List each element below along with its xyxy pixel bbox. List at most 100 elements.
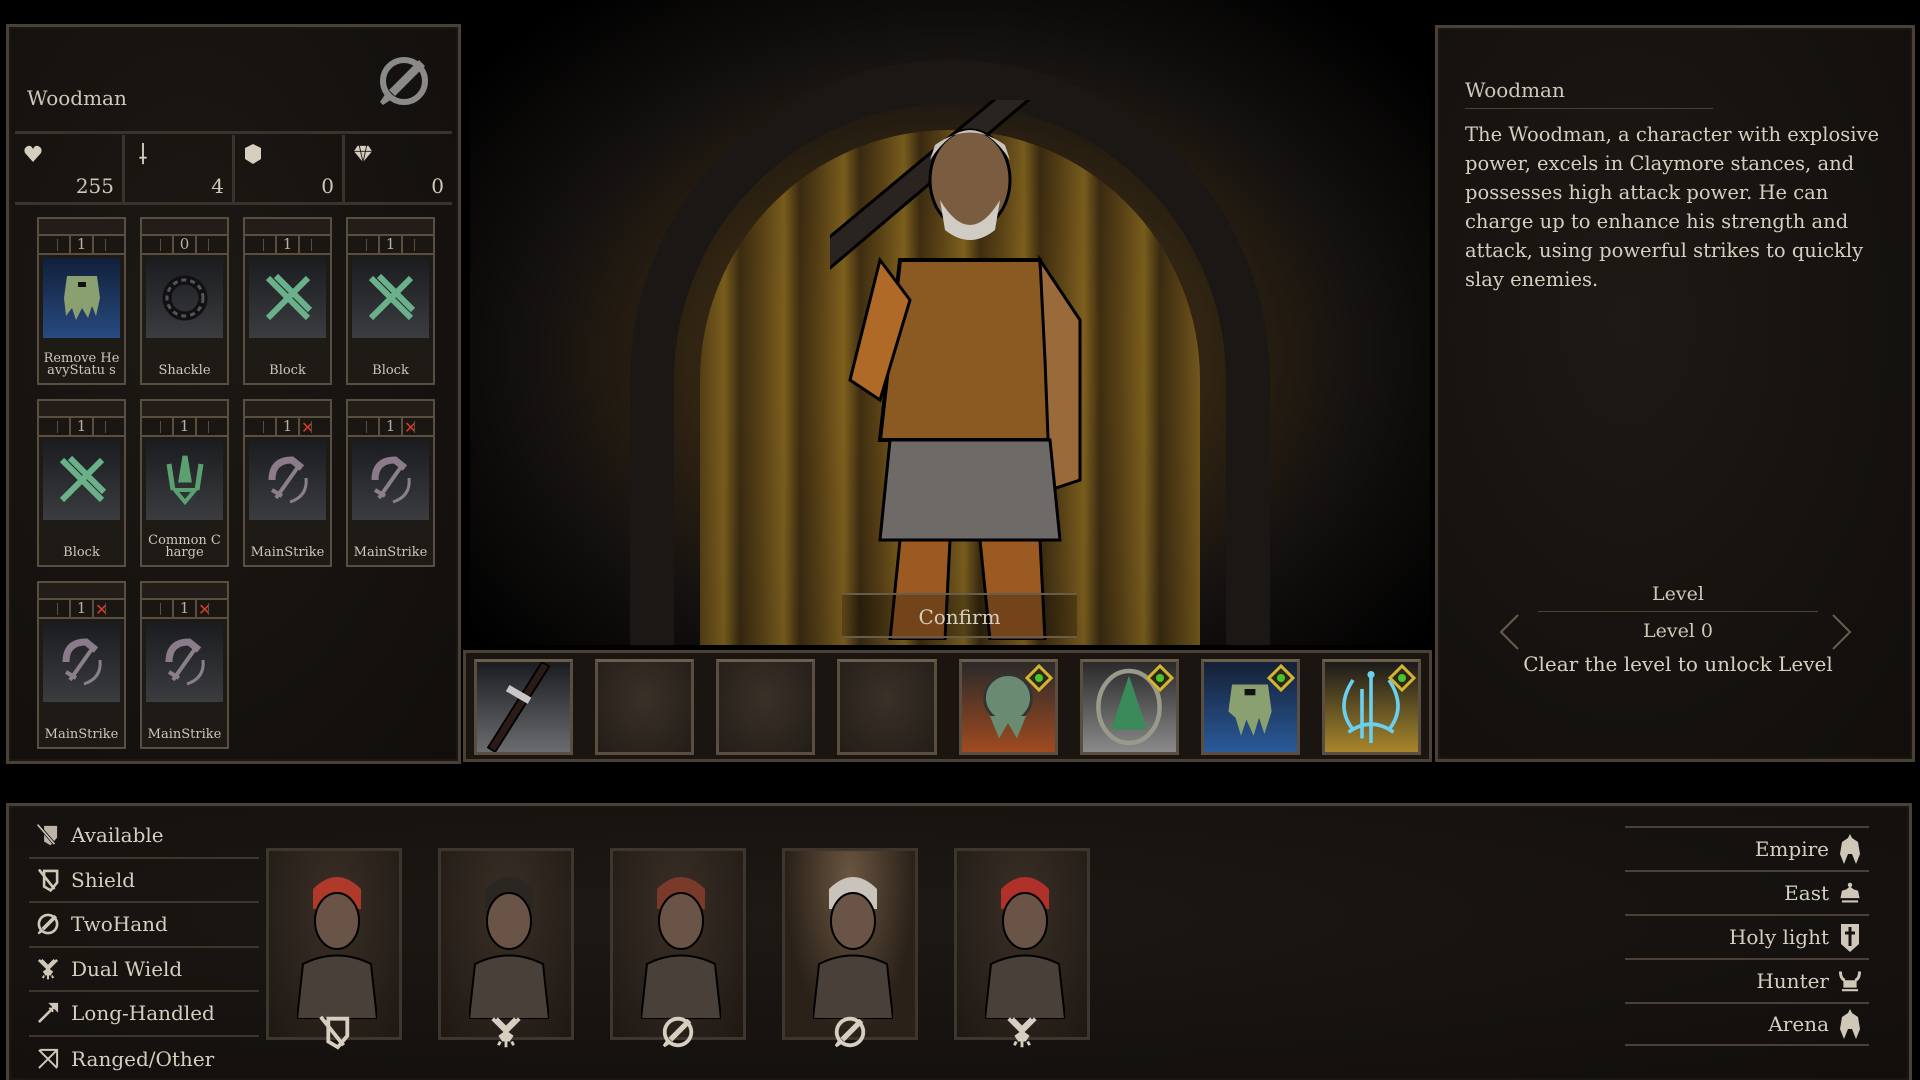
card-name: Common Charge — [148, 533, 221, 560]
locked-x-icon: ✕ — [404, 418, 418, 437]
card-header — [142, 401, 227, 418]
stat-gem: 0 — [345, 135, 452, 202]
equipment-slot[interactable] — [1079, 659, 1179, 755]
empty-equipment-slot[interactable] — [837, 659, 937, 755]
skill-card[interactable]: 0 Shackle — [140, 217, 229, 385]
dual-wield-icon — [487, 1013, 525, 1051]
card-name: MainStrike — [147, 727, 222, 742]
filter-ranged-other[interactable]: Ranged/Other — [29, 1037, 259, 1080]
skill-card[interactable]: 1 Block — [37, 399, 126, 567]
card-header — [39, 219, 124, 236]
equipment-bar — [463, 650, 1432, 762]
shackle-icon — [162, 275, 207, 321]
card-name: MainStrike — [353, 545, 428, 560]
heart-icon — [24, 145, 42, 162]
polearm-icon — [35, 1000, 61, 1026]
block-icon — [59, 455, 106, 503]
hero-roster-panel: Available Shield TwoHand Dual Wield Long… — [6, 803, 1912, 1080]
skill-card[interactable]: 1 ✕ MainStrike — [243, 399, 332, 567]
stat-defense-value: 0 — [321, 174, 334, 198]
empty-equipment-slot[interactable] — [595, 659, 695, 755]
filter-label: TwoHand — [71, 912, 168, 937]
cross-shield-icon — [1839, 922, 1861, 952]
block-icon — [368, 273, 415, 321]
filter-available[interactable]: Available — [29, 814, 259, 859]
hero-card-red-haired-brawler[interactable] — [266, 848, 402, 1040]
card-art — [352, 258, 429, 338]
previous-level-arrow-icon[interactable] — [1498, 613, 1520, 651]
mainstrike-icon — [165, 638, 205, 686]
charge-icon — [166, 455, 203, 506]
level-heading: Level — [1538, 583, 1818, 612]
hero-header: Woodman — [15, 31, 452, 134]
card-cost-row: 1 ✕ — [348, 418, 433, 437]
hero-card-hooded-rogue[interactable] — [438, 848, 574, 1040]
card-cost: 1 — [68, 236, 95, 253]
equipment-slot[interactable] — [1321, 659, 1421, 755]
skill-card[interactable]: 1 ✕ MainStrike — [346, 399, 435, 567]
hero-face — [813, 877, 893, 1019]
card-cost: 1 — [274, 236, 301, 253]
bow-icon — [35, 1046, 61, 1072]
mainstrike-icon — [62, 638, 102, 686]
faction-east[interactable]: East — [1625, 870, 1869, 914]
skill-card[interactable]: 1 ✕ MainStrike — [37, 581, 126, 749]
card-cost-row: 1 — [142, 418, 227, 437]
diamond-icon — [353, 145, 373, 163]
hero-face — [985, 877, 1065, 1019]
hero-face — [641, 877, 721, 1019]
faction-arena[interactable]: Arena — [1625, 1002, 1869, 1046]
twohand-sword-icon — [659, 1013, 697, 1051]
equipment-slot[interactable] — [474, 659, 574, 755]
level-selector: Level Level 0 Clear the level to unlock … — [1468, 583, 1888, 676]
card-art — [146, 622, 223, 702]
hero-card-bearded-warrior[interactable] — [610, 848, 746, 1040]
shield-sword-icon — [315, 1013, 353, 1051]
empty-equipment-slot[interactable] — [716, 659, 816, 755]
filter-dual-wield[interactable]: Dual Wield — [29, 948, 259, 992]
equipment-slot[interactable] — [958, 659, 1058, 755]
faction-hunter[interactable]: Hunter — [1625, 958, 1869, 1002]
twohand-sword-icon — [831, 1013, 869, 1051]
card-cost: 1 — [68, 600, 95, 617]
skill-card[interactable]: 1 Block — [346, 217, 435, 385]
card-name: Block — [63, 545, 100, 560]
faction-label: Arena — [1768, 1012, 1829, 1036]
card-art — [43, 622, 120, 702]
filter-label: Ranged/Other — [71, 1046, 215, 1071]
next-level-arrow-icon[interactable] — [1831, 613, 1853, 651]
card-header — [142, 583, 227, 600]
card-header — [142, 219, 227, 236]
faction-empire[interactable]: Empire — [1625, 826, 1869, 870]
card-cost-row: 1 — [348, 236, 433, 255]
skill-card[interactable]: 1 Common Charge — [140, 399, 229, 567]
card-header — [245, 401, 330, 418]
card-cost-row: 1 ✕ — [245, 418, 330, 437]
faction-holy-light[interactable]: Holy light — [1625, 914, 1869, 958]
horned-helmet-icon — [1839, 966, 1861, 996]
card-art — [43, 440, 120, 520]
skill-card[interactable]: 1 Remove HeavyStatu s — [37, 217, 126, 385]
locked-x-icon: ✕ — [95, 600, 109, 619]
description-panel: Woodman The Woodman, a character with ex… — [1435, 25, 1915, 762]
hero-card-berserker[interactable] — [954, 848, 1090, 1040]
available-icon — [35, 822, 61, 848]
equipment-slot[interactable] — [1200, 659, 1300, 755]
card-header — [348, 219, 433, 236]
skill-card[interactable]: 1 ✕ MainStrike — [140, 581, 229, 749]
skill-card[interactable]: 1 Block — [243, 217, 332, 385]
slime-icon — [63, 276, 100, 320]
filter-shield[interactable]: Shield — [29, 859, 259, 903]
confirm-button[interactable]: Confirm — [842, 593, 1077, 638]
hero-face — [469, 877, 549, 1019]
woodman-figure — [830, 100, 1082, 640]
card-header — [348, 401, 433, 418]
hero-card-woodman[interactable] — [782, 848, 918, 1040]
stat-attack-value: 4 — [211, 174, 224, 198]
hero-name: Woodman — [27, 86, 127, 110]
card-art — [146, 440, 223, 520]
filter-long-handled[interactable]: Long-Handled — [29, 992, 259, 1037]
filter-twohand[interactable]: TwoHand — [29, 903, 259, 948]
card-cost-row: 0 — [142, 236, 227, 255]
card-art — [249, 258, 326, 338]
